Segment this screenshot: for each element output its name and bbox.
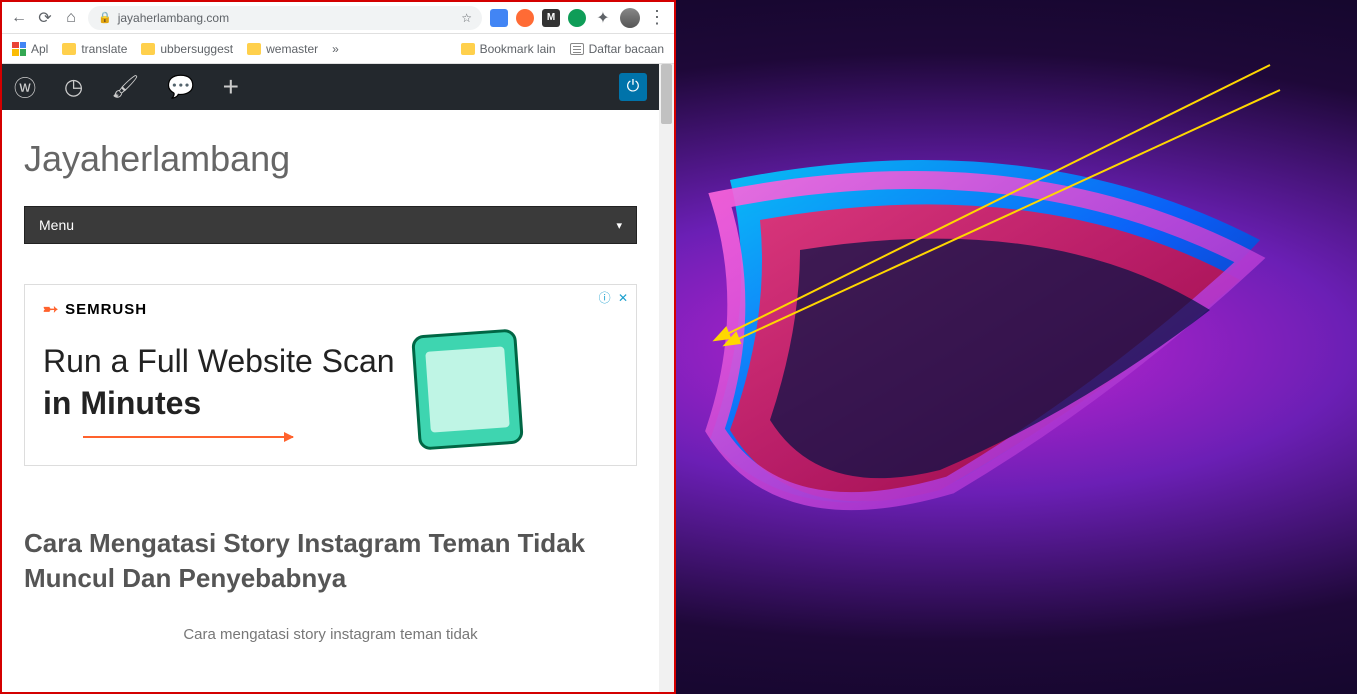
profile-avatar[interactable]: [620, 8, 640, 28]
chrome-menu-button[interactable]: ⋮: [648, 7, 666, 28]
bookmark-ubbersuggest[interactable]: ubbersuggest: [141, 42, 233, 56]
overflow-label: »: [332, 42, 339, 56]
back-button[interactable]: ←: [10, 9, 28, 27]
flame-icon: ➸: [43, 299, 59, 320]
extensions-button[interactable]: ✦: [594, 9, 612, 27]
ad-brand: SEMRUSH: [65, 301, 147, 318]
reading-list-icon: [570, 43, 584, 55]
star-icon[interactable]: ☆: [461, 11, 472, 25]
ad-logo: ➸ SEMRUSH: [43, 299, 618, 320]
chrome-toolbar: ← ⟳ ⌂ 🔒 jayaherlambang.com ☆ M ✦ ⋮: [2, 2, 674, 34]
bookmark-label: wemaster: [266, 42, 318, 56]
url-text: jayaherlambang.com: [118, 11, 229, 25]
site-title[interactable]: Jayaherlambang: [24, 138, 637, 180]
home-button[interactable]: ⌂: [62, 9, 80, 27]
wordpress-icon[interactable]: ⓦ: [14, 71, 36, 103]
menu-dropdown[interactable]: Menu ▾: [24, 206, 637, 244]
ad-banner[interactable]: ⓘ ✕ ➸ SEMRUSH Run a Full Website Scan in…: [24, 284, 637, 466]
bookmark-lain[interactable]: Bookmark lain: [461, 42, 556, 56]
bookmark-translate[interactable]: translate: [62, 42, 127, 56]
new-content-icon[interactable]: +: [223, 71, 239, 103]
folder-icon: [461, 43, 475, 55]
bookmarks-overflow[interactable]: »: [332, 42, 339, 56]
apps-icon: [12, 42, 26, 56]
bookmark-label: ubbersuggest: [160, 42, 233, 56]
scroll-thumb[interactable]: [661, 64, 672, 124]
article-excerpt: Cara mengatasi story instagram teman tid…: [24, 626, 637, 643]
reading-list-label: Daftar bacaan: [589, 42, 664, 56]
extension-icon-gmail[interactable]: M: [542, 9, 560, 27]
bookmark-label: translate: [81, 42, 127, 56]
ad-illustration: [411, 328, 524, 450]
folder-icon: [141, 43, 155, 55]
ad-headline-1: Run a Full Website Scan: [43, 341, 395, 383]
extension-icon-2[interactable]: [516, 9, 534, 27]
ad-arrow-icon: [83, 436, 293, 438]
reading-list[interactable]: Daftar bacaan: [570, 42, 664, 56]
reload-button[interactable]: ⟳: [36, 9, 54, 27]
ad-close-button[interactable]: ⓘ ✕: [599, 289, 630, 306]
menu-label: Menu: [39, 217, 74, 233]
scrollbar[interactable]: [659, 64, 674, 692]
wp-admin-bar: ⓦ ◷ 🖌 💬 + ⏻: [2, 64, 659, 110]
apps-button[interactable]: Apl: [12, 42, 48, 56]
extension-icon-3[interactable]: [568, 9, 586, 27]
chevron-down-icon: ▾: [616, 219, 622, 232]
customize-icon[interactable]: 🖌: [111, 74, 139, 100]
browser-window: ← ⟳ ⌂ 🔒 jayaherlambang.com ☆ M ✦ ⋮ Apl t…: [0, 0, 676, 694]
power-button[interactable]: ⏻: [619, 73, 647, 101]
ad-headline-2: in Minutes: [43, 385, 201, 421]
folder-icon: [62, 43, 76, 55]
dashboard-icon[interactable]: ◷: [64, 74, 83, 100]
page-content: ⓦ ◷ 🖌 💬 + ⏻ Jayaherlambang Menu ▾ ⓘ ✕ ➸: [2, 64, 659, 692]
lock-icon: 🔒: [98, 11, 112, 24]
bookmark-label: Bookmark lain: [480, 42, 556, 56]
bookmark-wemaster[interactable]: wemaster: [247, 42, 318, 56]
address-bar[interactable]: 🔒 jayaherlambang.com ☆: [88, 6, 482, 30]
bookmark-bar: Apl translate ubbersuggest wemaster » Bo…: [2, 34, 674, 64]
extension-icon-1[interactable]: [490, 9, 508, 27]
apps-label: Apl: [31, 42, 48, 56]
article-title[interactable]: Cara Mengatasi Story Instagram Teman Tid…: [24, 526, 637, 596]
annotation-arrow-2: [710, 85, 1290, 385]
comments-icon[interactable]: 💬: [167, 74, 194, 100]
folder-icon: [247, 43, 261, 55]
